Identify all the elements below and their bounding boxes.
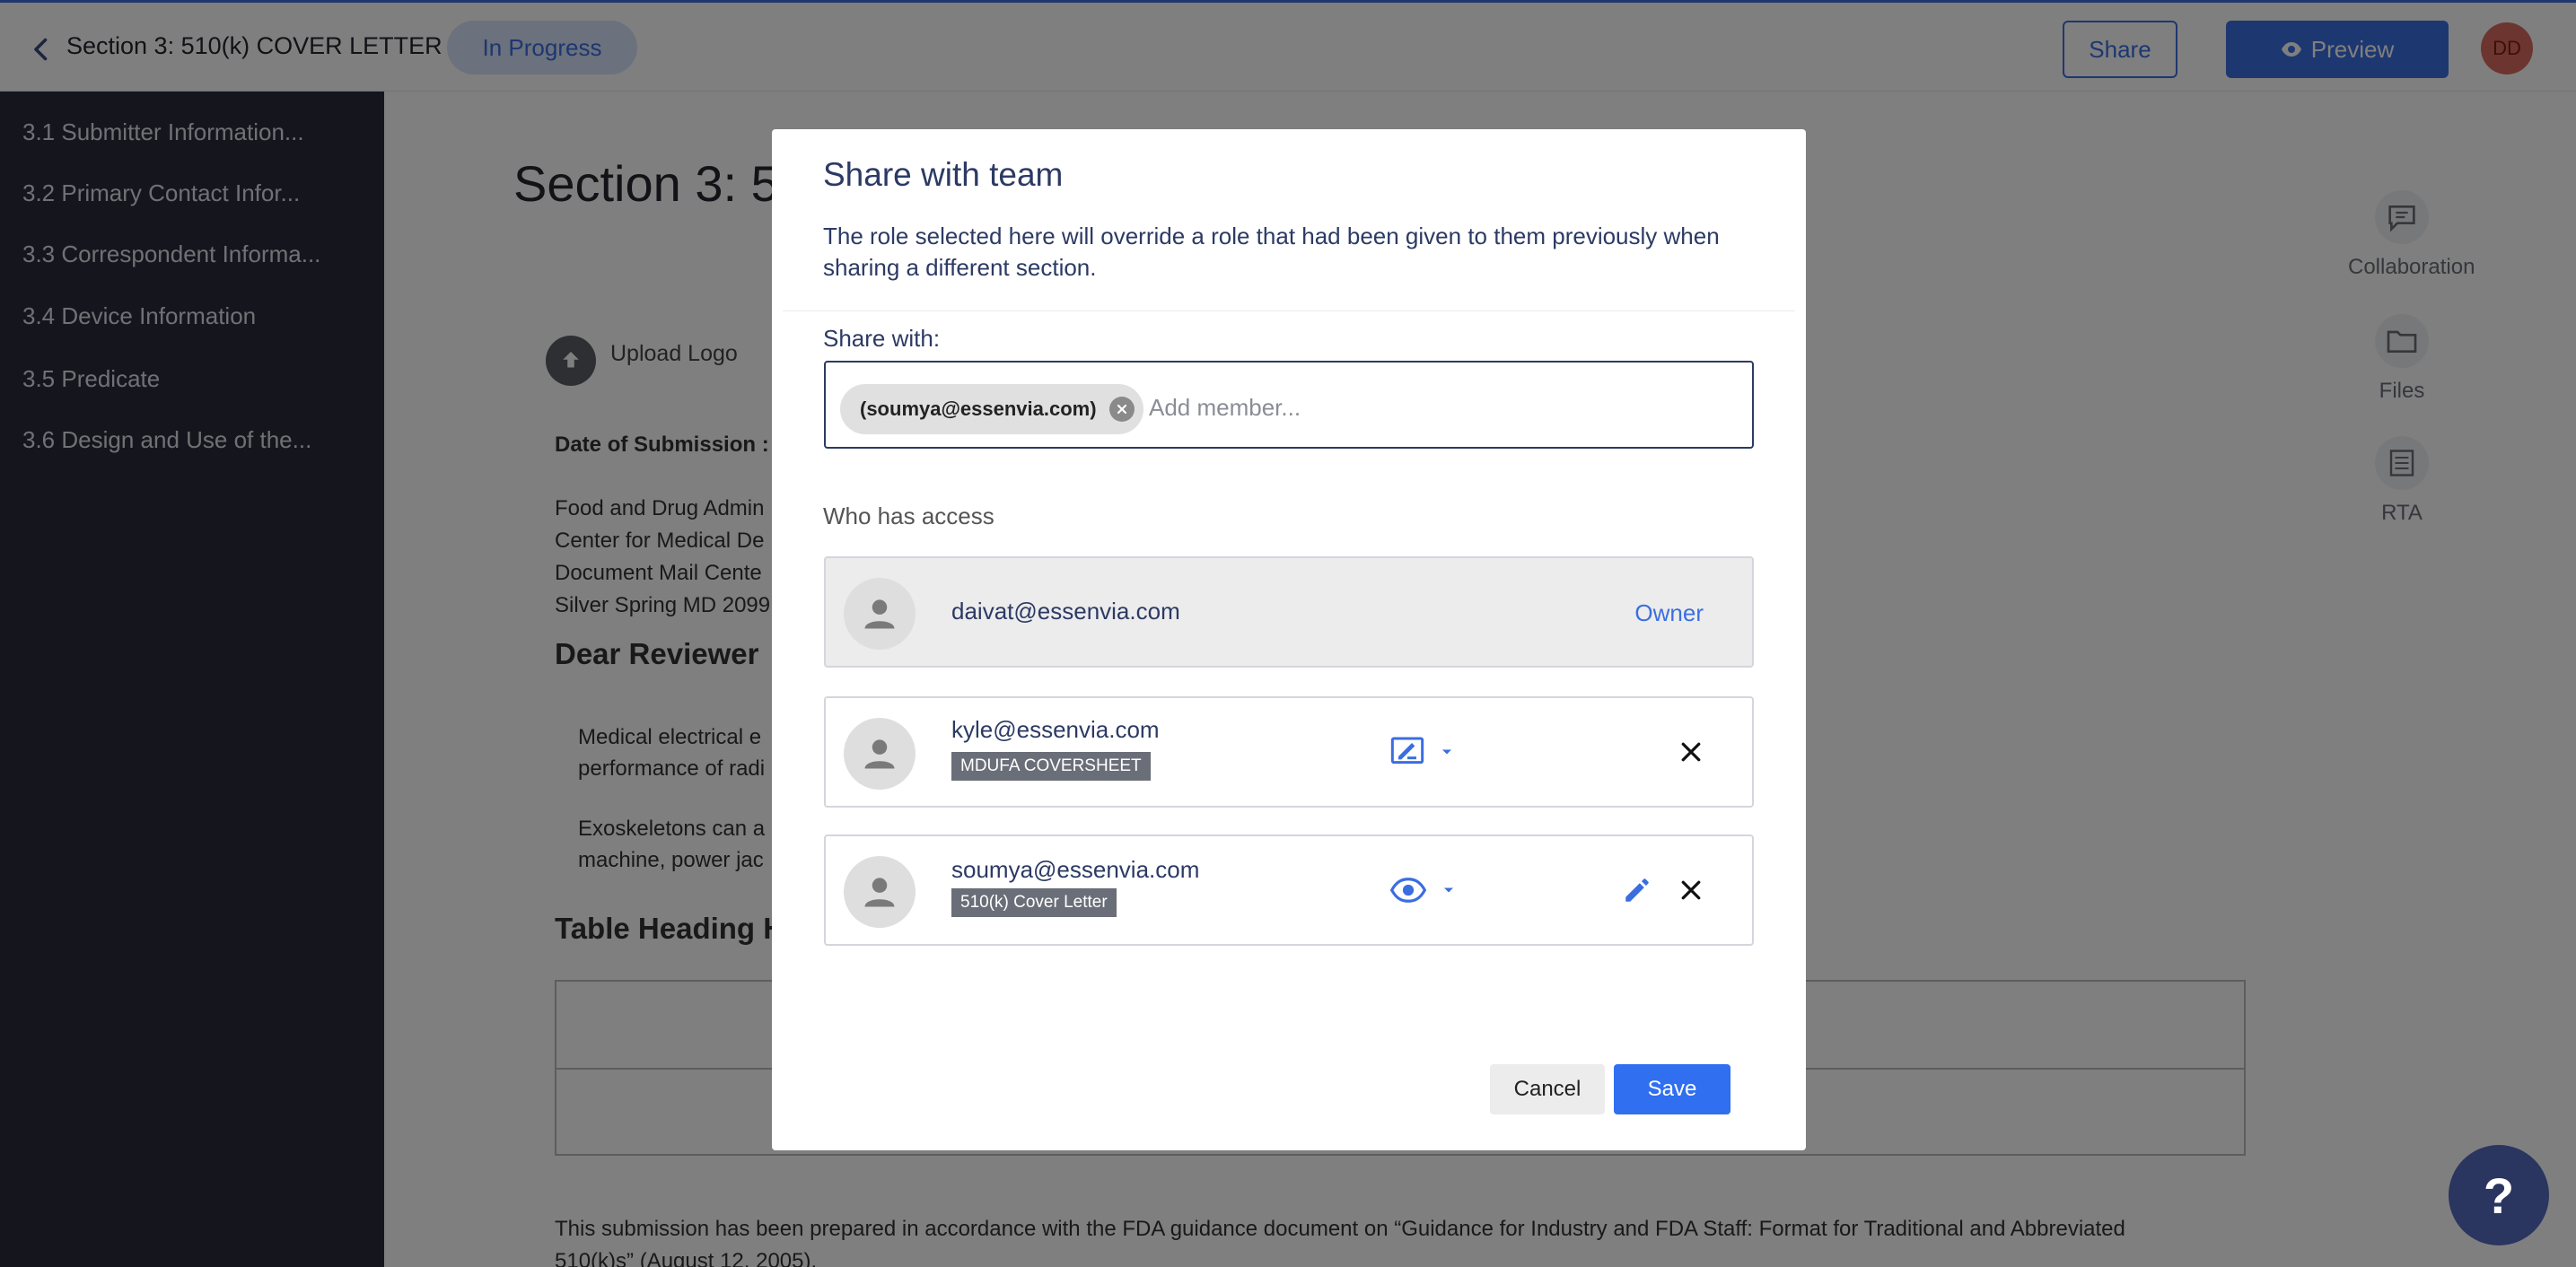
eye-icon xyxy=(1389,878,1427,903)
section-tag: 510(k) Cover Letter xyxy=(951,888,1117,917)
user-avatar-icon xyxy=(844,718,916,790)
share-dialog: Share with team The role selected here w… xyxy=(772,129,1806,1150)
divider xyxy=(783,310,1795,311)
dialog-title: Share with team xyxy=(823,156,1064,193)
access-row-soumya: soumya@essenvia.com 510(k) Cover Letter xyxy=(824,834,1754,946)
share-with-field[interactable]: (soumya@essenvia.com) xyxy=(824,361,1754,449)
caret-down-icon xyxy=(1444,887,1453,893)
member-chip: (soumya@essenvia.com) xyxy=(840,384,1143,434)
access-row-owner: daivat@essenvia.com Owner xyxy=(824,556,1754,668)
access-email: kyle@essenvia.com xyxy=(951,716,1160,743)
edit-member-button[interactable] xyxy=(1616,869,1659,912)
section-tag: MDUFA COVERSHEET xyxy=(951,752,1151,781)
chip-remove-icon[interactable] xyxy=(1108,397,1135,422)
pencil-icon xyxy=(1625,878,1649,902)
access-email: soumya@essenvia.com xyxy=(951,856,1200,883)
permission-dropdown[interactable] xyxy=(1389,867,1476,913)
access-row-kyle: kyle@essenvia.com MDUFA COVERSHEET xyxy=(824,696,1754,808)
chip-email: (soumya@essenvia.com) xyxy=(860,398,1097,420)
help-button[interactable]: ? xyxy=(2449,1145,2549,1245)
user-avatar-icon xyxy=(844,578,916,650)
owner-role-label: Owner xyxy=(1634,599,1704,626)
user-avatar-icon xyxy=(844,856,916,928)
caret-down-icon xyxy=(1442,749,1451,755)
permission-dropdown[interactable] xyxy=(1389,729,1476,775)
who-has-access-label: Who has access xyxy=(823,502,994,529)
share-with-label: Share with: xyxy=(823,325,941,352)
close-icon xyxy=(1681,880,1701,900)
remove-member-button[interactable] xyxy=(1669,730,1713,773)
remove-member-button[interactable] xyxy=(1669,869,1713,912)
cancel-button[interactable]: Cancel xyxy=(1490,1064,1605,1114)
dialog-description: The role selected here will override a r… xyxy=(823,223,1720,281)
close-icon xyxy=(1681,742,1701,762)
access-email: daivat@essenvia.com xyxy=(951,598,1180,625)
add-member-input[interactable] xyxy=(1149,388,1723,427)
edit-note-icon xyxy=(1390,737,1424,765)
save-button[interactable]: Save xyxy=(1614,1064,1730,1114)
